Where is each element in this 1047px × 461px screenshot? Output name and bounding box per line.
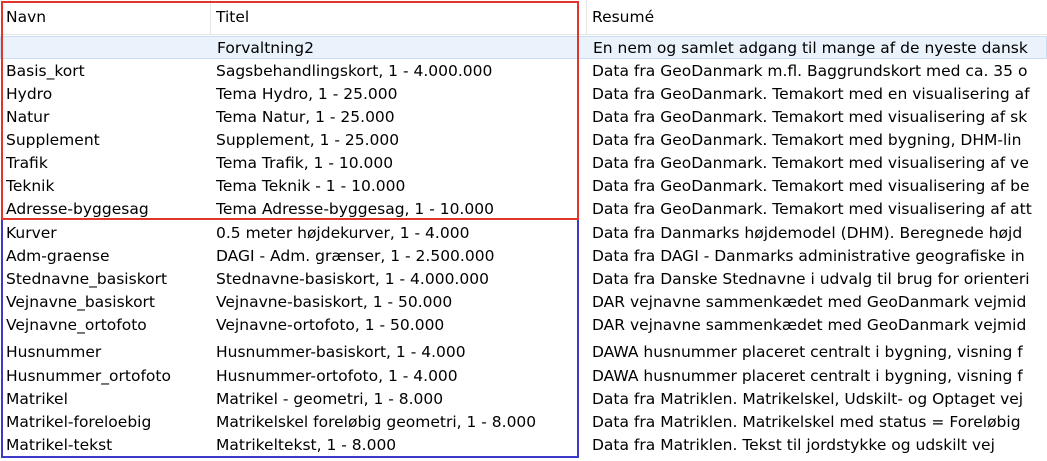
table-row[interactable]: Forvaltning2 En nem og samlet adgang til… — [0, 36, 1047, 59]
cell-navn: Kurver — [6, 224, 57, 242]
table-row[interactable]: Matrikel-foreloebig Matrikelskel foreløb… — [0, 411, 1047, 434]
cell-resume: Data fra GeoDanmark m.fl. Baggrundskort … — [592, 62, 1028, 80]
cell-resume: Data fra Danmarks højdemodel (DHM). Bere… — [592, 224, 1023, 242]
cell-resume: En nem og samlet adgang til mange af de … — [593, 39, 1028, 57]
table-row[interactable]: Matrikel-tekst Matrikeltekst, 1 - 8.000 … — [0, 434, 1047, 457]
table-row[interactable]: Trafik Tema Trafik, 1 - 10.000 Data fra … — [0, 152, 1047, 175]
cell-titel: Husnummer-ortofoto, 1 - 4.000 — [216, 367, 458, 385]
cell-titel: Matrikeltekst, 1 - 8.000 — [216, 436, 397, 454]
column-header-resume[interactable]: Resumé — [592, 0, 1047, 34]
cell-resume: Data fra Matriklen. Matrikelskel med sta… — [592, 413, 1021, 431]
cell-resume: Data fra GeoDanmark. Temakort med bygnin… — [592, 131, 1022, 149]
cell-titel: Tema Hydro, 1 - 25.000 — [216, 85, 398, 103]
cell-navn: Natur — [6, 108, 50, 126]
cell-titel: DAGI - Adm. grænser, 1 - 2.500.000 — [216, 247, 495, 265]
cell-resume: Data fra GeoDanmark. Temakort med visual… — [592, 108, 1028, 126]
cell-resume: Data fra Matriklen. Matrikelskel, Udskil… — [592, 390, 1024, 408]
cell-navn: Vejnavne_ortofoto — [6, 316, 147, 334]
cell-resume: Data fra Danske Stednavne i udvalg til b… — [592, 270, 1030, 288]
table-row[interactable]: Husnummer Husnummer-basiskort, 1 - 4.000… — [0, 341, 1047, 364]
cell-titel: Sagsbehandlingskort, 1 - 4.000.000 — [216, 62, 493, 80]
layer-table: Navn Titel Resumé Forvaltning2 En nem og… — [0, 0, 1047, 461]
cell-navn: Basis_kort — [6, 62, 85, 80]
cell-navn: Adresse-byggesag — [6, 200, 149, 218]
cell-titel: Forvaltning2 — [217, 39, 314, 57]
cell-navn: Adm-graense — [6, 247, 110, 265]
table-row[interactable]: Vejnavne_ortofoto Vejnavne-ortofoto, 1 -… — [0, 314, 1047, 337]
table-row[interactable]: Matrikel Matrikel - geometri, 1 - 8.000 … — [0, 388, 1047, 411]
table-row[interactable]: Teknik Tema Teknik - 1 - 10.000 Data fra… — [0, 175, 1047, 198]
cell-titel: Vejnavne-ortofoto, 1 - 50.000 — [216, 316, 445, 334]
table-row[interactable]: Vejnavne_basiskort Vejnavne-basiskort, 1… — [0, 291, 1047, 314]
column-divider[interactable] — [210, 0, 211, 34]
cell-navn: Husnummer_ortofoto — [6, 367, 171, 385]
cell-resume: DAR vejnavne sammenkædet med GeoDanmark … — [592, 316, 1027, 334]
cell-titel: Stednavne-basiskort, 1 - 4.000.000 — [216, 270, 489, 288]
table-row[interactable]: Adm-graense DAGI - Adm. grænser, 1 - 2.5… — [0, 245, 1047, 268]
cell-titel: Tema Adresse-byggesag, 1 - 10.000 — [216, 200, 494, 218]
cell-titel: Matrikel - geometri, 1 - 8.000 — [216, 390, 444, 408]
table-row[interactable]: Natur Tema Natur, 1 - 25.000 Data fra Ge… — [0, 106, 1047, 129]
cell-navn: Hydro — [6, 85, 53, 103]
cell-resume: Data fra GeoDanmark. Temakort med en vis… — [592, 85, 1030, 103]
table-row[interactable]: Stednavne_basiskort Stednavne-basiskort,… — [0, 268, 1047, 291]
table-row[interactable]: Kurver 0.5 meter højdekurver, 1 - 4.000 … — [0, 222, 1047, 245]
cell-navn: Vejnavne_basiskort — [6, 293, 155, 311]
cell-resume: DAR vejnavne sammenkædet med GeoDanmark … — [592, 293, 1027, 311]
cell-resume: Data fra GeoDanmark. Temakort med visual… — [592, 154, 1029, 172]
cell-navn — [7, 37, 207, 60]
column-header-navn[interactable]: Navn — [6, 0, 206, 34]
cell-resume: Data fra DAGI - Danmarks administrative … — [592, 247, 1025, 265]
cell-resume: DAWA husnummer placeret centralt i bygni… — [592, 367, 1023, 385]
table-row[interactable]: Hydro Tema Hydro, 1 - 25.000 Data fra Ge… — [0, 83, 1047, 106]
cell-titel: Supplement, 1 - 25.000 — [216, 131, 400, 149]
cell-resume: Data fra Matriklen. Tekst til jordstykke… — [592, 436, 995, 454]
cell-navn: Trafik — [6, 154, 48, 172]
cell-titel: Vejnavne-basiskort, 1 - 50.000 — [216, 293, 453, 311]
cell-titel: Matrikelskel foreløbig geometri, 1 - 8.0… — [216, 413, 537, 431]
cell-titel: Tema Trafik, 1 - 10.000 — [216, 154, 394, 172]
cell-titel: Tema Teknik - 1 - 10.000 — [216, 177, 406, 195]
table-row[interactable]: Adresse-byggesag Tema Adresse-byggesag, … — [0, 198, 1047, 221]
cell-navn: Matrikel-foreloebig — [6, 413, 152, 431]
cell-titel: Husnummer-basiskort, 1 - 4.000 — [216, 343, 466, 361]
cell-navn: Matrikel-tekst — [6, 436, 113, 454]
cell-titel: 0.5 meter højdekurver, 1 - 4.000 — [216, 224, 470, 242]
cell-resume: Data fra GeoDanmark. Temakort med visual… — [592, 177, 1030, 195]
cell-navn: Stednavne_basiskort — [6, 270, 168, 288]
cell-navn: Matrikel — [6, 390, 68, 408]
cell-navn: Husnummer — [6, 343, 102, 361]
table-row[interactable]: Basis_kort Sagsbehandlingskort, 1 - 4.00… — [0, 60, 1047, 83]
cell-resume: Data fra GeoDanmark. Temakort med visual… — [592, 200, 1032, 218]
table-header: Navn Titel Resumé — [0, 0, 1047, 35]
cell-resume: DAWA husnummer placeret centralt i bygni… — [592, 343, 1023, 361]
cell-navn: Supplement — [6, 131, 100, 149]
column-header-titel[interactable]: Titel — [216, 0, 582, 34]
column-divider[interactable] — [586, 0, 587, 34]
table-row[interactable]: Supplement Supplement, 1 - 25.000 Data f… — [0, 129, 1047, 152]
table-row[interactable]: Husnummer_ortofoto Husnummer-ortofoto, 1… — [0, 365, 1047, 388]
cell-navn: Teknik — [6, 177, 55, 195]
cell-titel: Tema Natur, 1 - 25.000 — [216, 108, 395, 126]
